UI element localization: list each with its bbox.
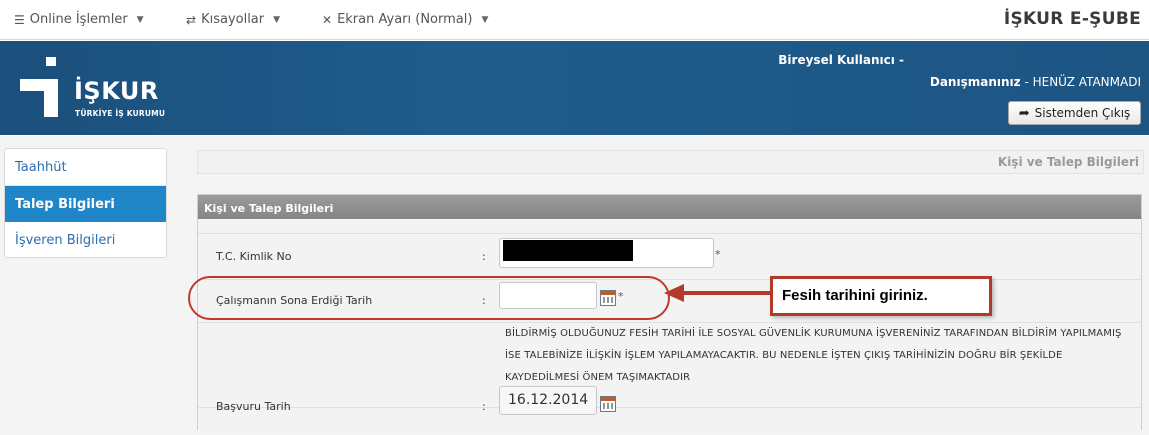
user-type-label: Bireysel Kullanıcı - (778, 53, 904, 67)
colon: : (482, 250, 486, 263)
menu-screen-label: Ekran Ayarı (Normal) (337, 12, 473, 27)
shuffle-icon: ⇄ (186, 12, 197, 27)
page-title: Kişi ve Talep Bilgileri (997, 155, 1139, 169)
logout-label: Sistemden Çıkış (1034, 106, 1131, 120)
list-icon: ☰ (14, 12, 25, 27)
iskur-logo[interactable]: İŞKUR TÜRKİYE İŞ KURUMU (18, 55, 178, 125)
colon: : (482, 400, 486, 413)
caret-down-icon: ▼ (136, 14, 144, 25)
sidebar-item-label: İşveren Bilgileri (15, 232, 116, 248)
apply-date-field: 16.12.2014 (499, 386, 597, 415)
panel-title: Kişi ve Talep Bilgileri (198, 195, 1141, 219)
divider (198, 233, 1141, 234)
top-navbar: ☰ Online İşlemler ▼ ⇄ Kısayollar ▼ ✕ Ekr… (0, 0, 1149, 40)
menu-online-islemler[interactable]: ☰ Online İşlemler ▼ (14, 12, 144, 27)
apply-date-label: Başvuru Tarih (216, 400, 291, 413)
sidebar-item-isveren-bilgileri[interactable]: İşveren Bilgileri (5, 222, 166, 258)
logout-button[interactable]: ➦ Sistemden Çıkış (1008, 101, 1141, 125)
site-brand[interactable]: İŞKUR E-ŞUBE (1004, 9, 1141, 29)
share-arrow-icon: ➦ (1018, 105, 1030, 121)
caret-down-icon: ▼ (481, 14, 489, 25)
consultant-info: Danışmanınız - HENÜZ ATANMADI (930, 75, 1141, 89)
header-banner: İŞKUR TÜRKİYE İŞ KURUMU Bireysel Kullanı… (0, 41, 1149, 135)
highlight-oval (188, 276, 670, 320)
caret-down-icon: ▼ (273, 14, 281, 25)
divider (198, 407, 1141, 408)
required-mark: * (715, 248, 721, 261)
consultant-value: - HENÜZ ATANMADI (1024, 75, 1141, 89)
menu-shortcuts-label: Kısayollar (201, 12, 265, 27)
iskur-logo-mark-icon (20, 57, 58, 117)
calendar-icon (600, 396, 616, 412)
tc-kimlik-label: T.C. Kimlik No (216, 250, 292, 263)
sidebar-menu: Taahhüt Talep Bilgileri İşveren Bilgiler… (4, 148, 167, 258)
annotation-arrow-icon (664, 284, 773, 302)
page-title-bar: Kişi ve Talep Bilgileri (197, 150, 1144, 174)
warning-notice: BİLDİRMİŞ OLDUĞUNUZ FESİH TARİHİ İLE SOS… (505, 328, 1122, 383)
logo-subtitle: TÜRKİYE İŞ KURUMU (75, 109, 166, 118)
sidebar-item-label: Talep Bilgileri (15, 196, 115, 212)
sidebar-item-label: Taahhüt (15, 159, 67, 175)
sidebar-item-taahhut[interactable]: Taahhüt (5, 149, 166, 185)
menu-ekran-ayari[interactable]: ✕ Ekran Ayarı (Normal) ▼ (322, 12, 488, 27)
redacted-value (503, 240, 633, 261)
logo-wordmark: İŞKUR (74, 77, 159, 105)
consultant-label: Danışmanınız (929, 75, 1021, 89)
sidebar-item-talep-bilgileri[interactable]: Talep Bilgileri (5, 186, 166, 222)
menu-kisayollar[interactable]: ⇄ Kısayollar ▼ (186, 12, 280, 27)
menu-online-label: Online İşlemler (29, 12, 128, 27)
annotation-callout: Fesih tarihini giriniz. (770, 276, 992, 316)
fullscreen-icon: ✕ (322, 12, 333, 27)
